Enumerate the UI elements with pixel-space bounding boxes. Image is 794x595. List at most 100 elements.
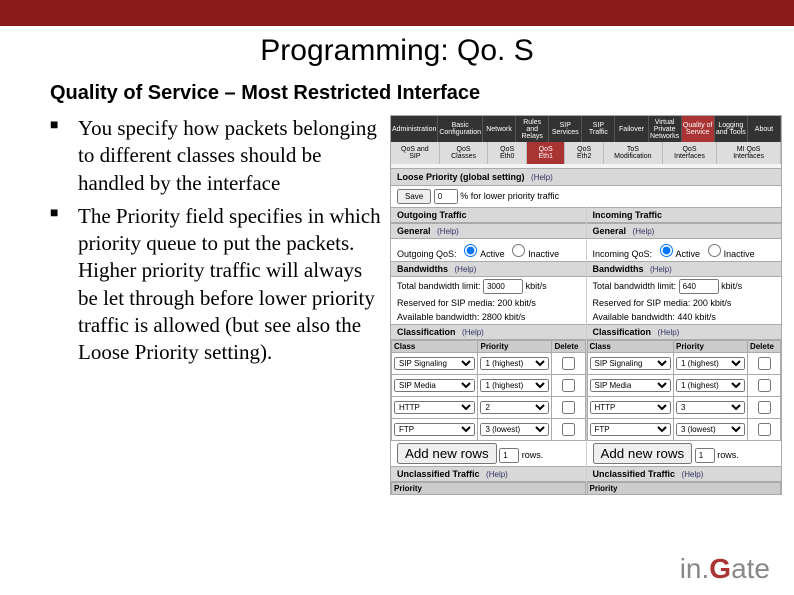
ingate-logo: in.Gate: [680, 553, 770, 585]
bandwidth-header: Bandwidths (Help): [587, 261, 782, 277]
main-tab[interactable]: Network: [483, 116, 516, 142]
save-button[interactable]: Save: [397, 189, 431, 204]
main-tab[interactable]: Virtual Private Networks: [649, 116, 682, 142]
outgoing-qos-active-radio[interactable]: [464, 244, 477, 257]
table-row: SIP Signaling 1 (highest): [392, 353, 586, 375]
add-rows-button[interactable]: Add new rows: [397, 443, 497, 464]
reserved-bw-text: Reserved for SIP media: 200 kbit/s: [587, 296, 782, 310]
sub-tab[interactable]: QoS and SIP: [391, 142, 440, 164]
delete-checkbox[interactable]: [562, 379, 575, 392]
classification-header: Classification (Help): [391, 324, 586, 340]
main-tab[interactable]: SIP Services: [549, 116, 582, 142]
available-bw-text: Available bandwidth: 440 kbit/s: [587, 310, 782, 324]
class-select[interactable]: FTP: [394, 423, 475, 436]
config-panel-screenshot: AdministrationBasic ConfigurationNetwork…: [390, 115, 782, 495]
classification-header: Classification (Help): [587, 324, 782, 340]
delete-checkbox[interactable]: [562, 401, 575, 414]
class-select[interactable]: SIP Signaling: [394, 357, 475, 370]
sub-tab[interactable]: QoS Eth2: [565, 142, 604, 164]
classification-table-in: Class Priority Delete SIP Signaling1 (hi…: [587, 340, 782, 441]
field-suffix: % for lower priority traffic: [460, 191, 559, 201]
help-link[interactable]: (Help): [437, 227, 459, 236]
total-bandwidth-in-input[interactable]: [679, 279, 719, 294]
unclassified-header: Unclassified Traffic (Help): [391, 466, 586, 482]
delete-checkbox[interactable]: [758, 401, 771, 414]
field-label: Outgoing QoS:: [397, 249, 457, 259]
sub-tab[interactable]: MI QoS Interfaces: [717, 142, 781, 164]
main-tab[interactable]: Failover: [615, 116, 648, 142]
help-link[interactable]: (Help): [486, 470, 508, 479]
priority-select[interactable]: 2: [480, 401, 549, 414]
class-select[interactable]: SIP Signaling: [590, 357, 671, 370]
unclassified-header: Unclassified Traffic (Help): [587, 466, 782, 482]
bullet-list: You specify how packets belonging to dif…: [50, 115, 390, 495]
priority-select[interactable]: 1 (highest): [676, 379, 745, 392]
delete-checkbox[interactable]: [562, 423, 575, 436]
priority-select[interactable]: 1 (highest): [480, 357, 549, 370]
sub-tab[interactable]: QoS Eth1: [527, 142, 566, 164]
table-row: SIP Media 1 (highest): [587, 375, 781, 397]
class-select[interactable]: FTP: [590, 423, 671, 436]
sub-tab[interactable]: ToS Modification: [604, 142, 663, 164]
bullet-item: You specify how packets belonging to dif…: [50, 115, 382, 197]
delete-checkbox[interactable]: [758, 357, 771, 370]
bandwidths-header: Bandwidths (Help): [391, 261, 586, 277]
priority-select[interactable]: 3: [676, 401, 745, 414]
add-rows-count-input[interactable]: [499, 448, 519, 463]
priority-select[interactable]: 1 (highest): [480, 379, 549, 392]
sub-tab[interactable]: QoS Classes: [440, 142, 489, 164]
help-link[interactable]: (Help): [682, 470, 704, 479]
priority-select[interactable]: 1 (highest): [676, 357, 745, 370]
help-link[interactable]: (Help): [462, 328, 484, 337]
class-select[interactable]: HTTP: [590, 401, 671, 414]
top-accent-bar: [0, 0, 794, 26]
delete-checkbox[interactable]: [758, 423, 771, 436]
main-tab[interactable]: SIP Traffic: [582, 116, 615, 142]
slide-title: Programming: Qo. S: [0, 26, 794, 82]
help-link[interactable]: (Help): [633, 227, 655, 236]
table-row: HTTP 3: [587, 397, 781, 419]
class-select[interactable]: SIP Media: [590, 379, 671, 392]
table-row: FTP 3 (lowest): [392, 419, 586, 441]
help-link[interactable]: (Help): [650, 265, 672, 274]
reserved-bw-text: Reserved for SIP media: 200 kbit/s: [391, 296, 586, 310]
main-tab[interactable]: Basic Configuration: [438, 116, 483, 142]
available-bw-text: Available bandwidth: 2800 kbit/s: [391, 310, 586, 324]
main-tab[interactable]: Rules and Relays: [516, 116, 549, 142]
incoming-qos-active-radio[interactable]: [660, 244, 673, 257]
sub-tab[interactable]: QoS Eth0: [488, 142, 527, 164]
bullet-item: The Priority field specifies in which pr…: [50, 203, 382, 367]
main-tab[interactable]: Quality of Service: [682, 116, 715, 142]
field-label: Total bandwidth limit:: [593, 281, 677, 291]
general-header: General (Help): [391, 223, 586, 239]
loose-priority-input[interactable]: [434, 189, 458, 204]
add-rows-count-input[interactable]: [695, 448, 715, 463]
help-link[interactable]: (Help): [658, 328, 680, 337]
sub-tab[interactable]: QoS Interfaces: [663, 142, 717, 164]
class-select[interactable]: SIP Media: [394, 379, 475, 392]
help-link[interactable]: (Help): [531, 173, 553, 182]
outgoing-qos-inactive-radio[interactable]: [512, 244, 525, 257]
table-row: HTTP 2: [392, 397, 586, 419]
add-rows-button[interactable]: Add new rows: [593, 443, 693, 464]
main-tab[interactable]: About: [748, 116, 781, 142]
sub-tab-bar: QoS and SIPQoS ClassesQoS Eth0QoS Eth1Qo…: [391, 142, 781, 164]
table-row: SIP Signaling 1 (highest): [587, 353, 781, 375]
class-select[interactable]: HTTP: [394, 401, 475, 414]
priority-select[interactable]: 3 (lowest): [676, 423, 745, 436]
total-bandwidth-out-input[interactable]: [483, 279, 523, 294]
main-tab[interactable]: Logging and Tools: [715, 116, 748, 142]
priority-select[interactable]: 3 (lowest): [480, 423, 549, 436]
incoming-qos-inactive-radio[interactable]: [708, 244, 721, 257]
help-link[interactable]: (Help): [455, 265, 477, 274]
general-header: General (Help): [587, 223, 782, 239]
loose-priority-header: Loose Priority (global setting) (Help): [391, 168, 781, 186]
delete-checkbox[interactable]: [562, 357, 575, 370]
classification-table-out: Class Priority Delete SIP Signaling1 (hi…: [391, 340, 586, 441]
delete-checkbox[interactable]: [758, 379, 771, 392]
incoming-traffic-header: Incoming Traffic: [587, 207, 782, 223]
section-title: Loose Priority (global setting): [397, 172, 525, 182]
outgoing-traffic-header: Outgoing Traffic: [391, 207, 586, 223]
main-tab-bar: AdministrationBasic ConfigurationNetwork…: [391, 116, 781, 142]
main-tab[interactable]: Administration: [391, 116, 438, 142]
